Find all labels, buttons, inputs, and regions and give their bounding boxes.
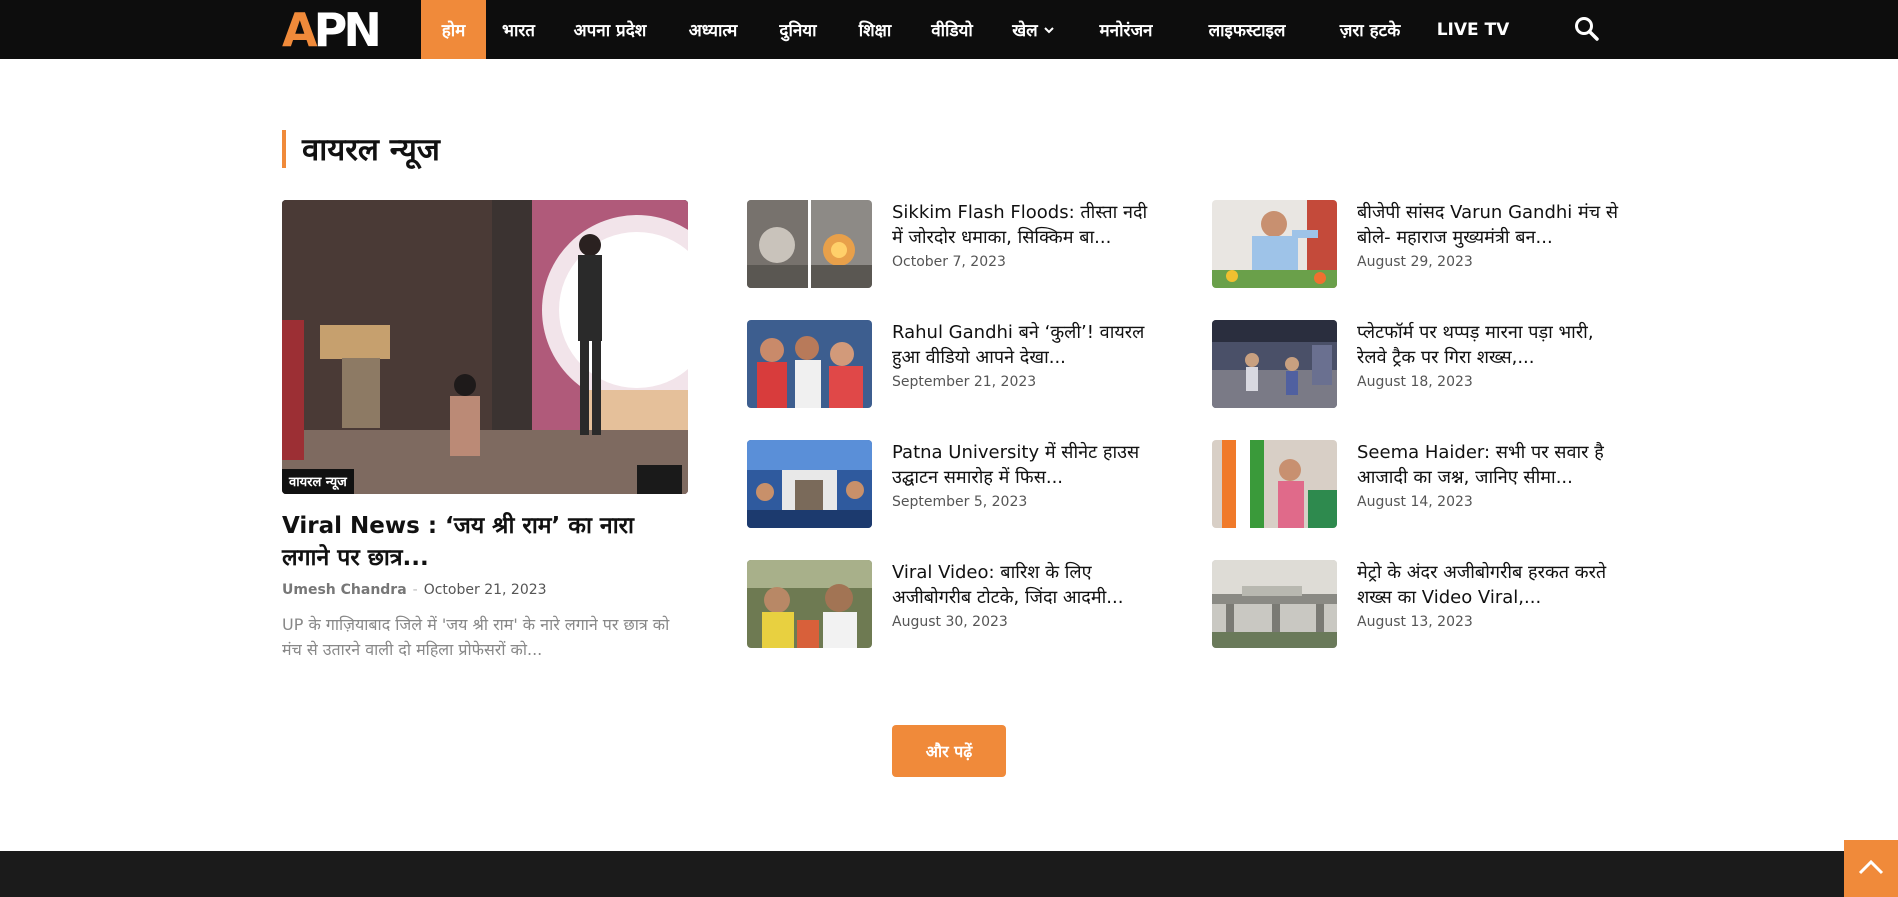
footer bbox=[0, 851, 1898, 897]
list-item: Patna University में सीनेट हाउस उद्घाटन … bbox=[747, 440, 1157, 560]
article-date: August 30, 2023 bbox=[892, 614, 1008, 630]
nav-item-video[interactable]: वीडियो bbox=[911, 0, 993, 59]
article-title[interactable]: Seema Haider: सभी पर सवार है आजादी का जश… bbox=[1357, 440, 1627, 490]
chevron-up-icon bbox=[1858, 859, 1884, 879]
article-title[interactable]: बीजेपी सांसद Varun Gandhi मंच से बोले- म… bbox=[1357, 200, 1627, 250]
list-item: मेट्रो के अंदर अजीबोगरीब हरकत करते शख्स … bbox=[1212, 560, 1622, 680]
nav-item-live-tv[interactable]: LIVE TV bbox=[1425, 0, 1521, 59]
search-icon[interactable] bbox=[1572, 14, 1602, 44]
nav-item-shiksha[interactable]: शिक्षा bbox=[839, 0, 911, 59]
top-navigation-bar: A PN होम भारत अपना प्रदेश अध्यात्म दुनिय… bbox=[0, 0, 1898, 59]
article-title[interactable]: Sikkim Flash Floods: तीस्ता नदी में जोरद… bbox=[892, 200, 1162, 250]
nav-item-manoranjan[interactable]: मनोरंजन bbox=[1073, 0, 1179, 59]
nav-item-khel[interactable]: खेल bbox=[993, 0, 1073, 59]
read-more-button[interactable]: और पढ़ें bbox=[892, 725, 1006, 777]
article-thumbnail[interactable] bbox=[747, 200, 872, 288]
list-item: Seema Haider: सभी पर सवार है आजादी का जश… bbox=[1212, 440, 1622, 560]
article-thumbnail[interactable] bbox=[1212, 560, 1337, 648]
meta-separator: - bbox=[412, 582, 418, 598]
article-thumbnail[interactable] bbox=[1212, 440, 1337, 528]
article-title[interactable]: Viral Video: बारिश के लिए अजीबोगरीब टोटक… bbox=[892, 560, 1162, 610]
nav-item-bharat[interactable]: भारत bbox=[486, 0, 551, 59]
nav-item-adhyatm[interactable]: अध्यात्म bbox=[669, 0, 757, 59]
article-date: September 5, 2023 bbox=[892, 494, 1028, 510]
nav-item-duniya[interactable]: दुनिया bbox=[757, 0, 839, 59]
nav-item-zara-hatke[interactable]: ज़रा हटके bbox=[1315, 0, 1425, 59]
back-to-top-button[interactable] bbox=[1844, 840, 1898, 897]
article-title[interactable]: मेट्रो के अंदर अजीबोगरीब हरकत करते शख्स … bbox=[1357, 560, 1627, 610]
article-thumbnail[interactable] bbox=[747, 560, 872, 648]
section-accent-bar bbox=[282, 130, 286, 168]
article-date: August 14, 2023 bbox=[1357, 494, 1473, 510]
section-title[interactable]: वायरल न्यूज bbox=[302, 128, 440, 170]
list-item: Viral Video: बारिश के लिए अजीबोगरीब टोटक… bbox=[747, 560, 1157, 680]
featured-article: वायरल न्यूज Viral News : ‘जय श्री राम’ क… bbox=[282, 200, 688, 662]
article-thumbnail[interactable] bbox=[1212, 200, 1337, 288]
logo-letters-pn: PN bbox=[313, 3, 382, 57]
nav-item-apna-pradesh[interactable]: अपना प्रदेश bbox=[551, 0, 669, 59]
list-item: प्लेटफॉर्म पर थप्पड़ मारना पड़ा भारी, रे… bbox=[1212, 320, 1622, 440]
section-heading: वायरल न्यूज bbox=[282, 130, 440, 168]
nav-item-lifestyle[interactable]: लाइफस्टाइल bbox=[1179, 0, 1315, 59]
article-thumbnail[interactable] bbox=[747, 320, 872, 408]
article-title[interactable]: Patna University में सीनेट हाउस उद्घाटन … bbox=[892, 440, 1162, 490]
featured-meta: Umesh Chandra - October 21, 2023 bbox=[282, 582, 688, 598]
article-title[interactable]: प्लेटफॉर्म पर थप्पड़ मारना पड़ा भारी, रे… bbox=[1357, 320, 1627, 370]
article-thumbnail[interactable] bbox=[1212, 320, 1337, 408]
news-list-right: बीजेपी सांसद Varun Gandhi मंच से बोले- म… bbox=[1212, 200, 1622, 680]
list-item: Rahul Gandhi बने ‘कुली’! वायरल हुआ वीडिय… bbox=[747, 320, 1157, 440]
article-date: August 13, 2023 bbox=[1357, 614, 1473, 630]
apn-logo[interactable]: A PN bbox=[282, 7, 398, 53]
category-badge[interactable]: वायरल न्यूज bbox=[282, 469, 354, 494]
article-date: September 21, 2023 bbox=[892, 374, 1037, 390]
news-list-left: Sikkim Flash Floods: तीस्ता नदी में जोरद… bbox=[747, 200, 1157, 680]
list-item: Sikkim Flash Floods: तीस्ता नदी में जोरद… bbox=[747, 200, 1157, 320]
featured-title[interactable]: Viral News : ‘जय श्री राम’ का नारा लगाने… bbox=[282, 510, 688, 574]
article-thumbnail[interactable] bbox=[747, 440, 872, 528]
main-menu: होम भारत अपना प्रदेश अध्यात्म दुनिया शिक… bbox=[421, 0, 1521, 59]
article-date: August 29, 2023 bbox=[1357, 254, 1473, 270]
nav-item-home[interactable]: होम bbox=[421, 0, 486, 59]
featured-excerpt: UP के गाज़ियाबाद जिले में 'जय श्री राम' … bbox=[282, 615, 670, 659]
article-date: August 18, 2023 bbox=[1357, 374, 1473, 390]
chevron-down-icon bbox=[1044, 24, 1054, 37]
article-date: October 7, 2023 bbox=[892, 254, 1006, 270]
list-item: बीजेपी सांसद Varun Gandhi मंच से बोले- म… bbox=[1212, 200, 1622, 320]
featured-image[interactable]: वायरल न्यूज bbox=[282, 200, 688, 494]
nav-item-khel-label: खेल bbox=[1012, 21, 1038, 41]
article-title[interactable]: Rahul Gandhi बने ‘कुली’! वायरल हुआ वीडिय… bbox=[892, 320, 1162, 370]
featured-date: October 21, 2023 bbox=[423, 582, 547, 598]
author-name[interactable]: Umesh Chandra bbox=[282, 582, 407, 598]
logo-letter-a: A bbox=[282, 3, 318, 57]
